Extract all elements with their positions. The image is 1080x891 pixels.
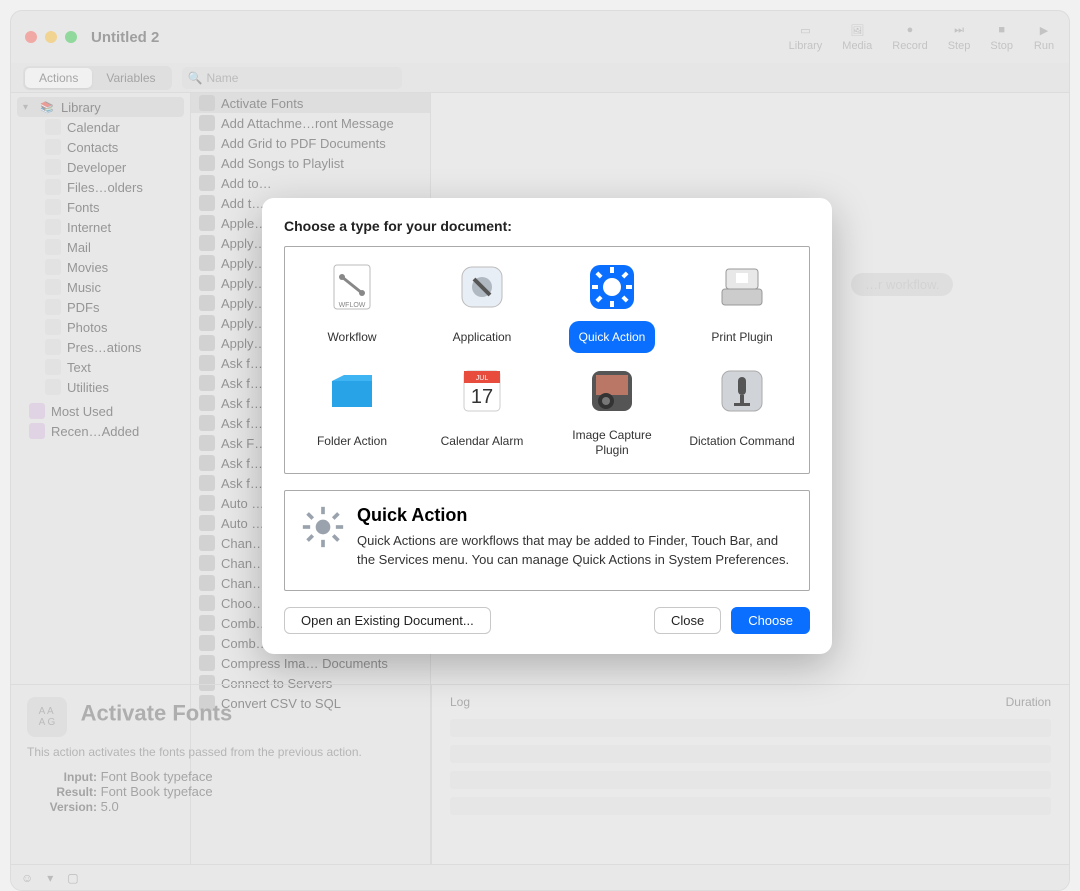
- dialog-heading: Choose a type for your document:: [284, 218, 810, 234]
- doc-type-icon: WFLOW: [324, 259, 380, 315]
- doc-type-icon: [454, 259, 510, 315]
- doc-type-print-plugin[interactable]: Print Plugin: [679, 259, 805, 353]
- doc-type-label: Application: [443, 321, 522, 353]
- doc-type-icon: [714, 259, 770, 315]
- close-button[interactable]: Close: [654, 607, 721, 634]
- doc-type-label: Folder Action: [307, 425, 397, 457]
- doc-type-label: Print Plugin: [701, 321, 782, 353]
- choose-button[interactable]: Choose: [731, 607, 810, 634]
- doc-type-icon: [714, 363, 770, 419]
- doc-type-calendar-alarm[interactable]: JUL 17 Calendar Alarm: [419, 363, 545, 461]
- doc-type-label: Calendar Alarm: [431, 425, 534, 457]
- gear-icon: [301, 505, 345, 549]
- doc-type-application[interactable]: Application: [419, 259, 545, 353]
- type-description: Quick Action Quick Actions are workflows…: [284, 490, 810, 591]
- svg-text:JUL: JUL: [476, 375, 489, 382]
- doc-type-label: Workflow: [317, 321, 386, 353]
- open-existing-button[interactable]: Open an Existing Document...: [284, 607, 491, 634]
- doc-type-icon: [324, 363, 380, 419]
- doc-type-label: Dictation Command: [679, 425, 804, 457]
- svg-text:17: 17: [471, 386, 493, 408]
- doc-type-dictation-command[interactable]: Dictation Command: [679, 363, 805, 461]
- dialog-footer: Open an Existing Document... Close Choos…: [284, 607, 810, 634]
- svg-text:WFLOW: WFLOW: [339, 302, 366, 309]
- desc-title: Quick Action: [357, 505, 793, 526]
- doc-type-icon: [584, 259, 640, 315]
- doc-type-workflow[interactable]: WFLOW Workflow: [289, 259, 415, 353]
- doc-type-quick-action[interactable]: Quick Action: [549, 259, 675, 353]
- doc-type-icon: JUL 17: [454, 363, 510, 419]
- doc-type-folder-action[interactable]: Folder Action: [289, 363, 415, 461]
- type-grid: WFLOW Workflow Application Quick Action Prin…: [284, 246, 810, 474]
- doc-type-label: Quick Action: [569, 321, 656, 353]
- doc-type-icon: [584, 363, 640, 419]
- doc-type-label: Image Capture Plugin: [549, 425, 675, 461]
- doc-type-image-capture-plugin[interactable]: Image Capture Plugin: [549, 363, 675, 461]
- desc-body: Quick Actions are workflows that may be …: [357, 532, 793, 570]
- document-type-dialog: Choose a type for your document: WFLOW Wo…: [262, 198, 832, 654]
